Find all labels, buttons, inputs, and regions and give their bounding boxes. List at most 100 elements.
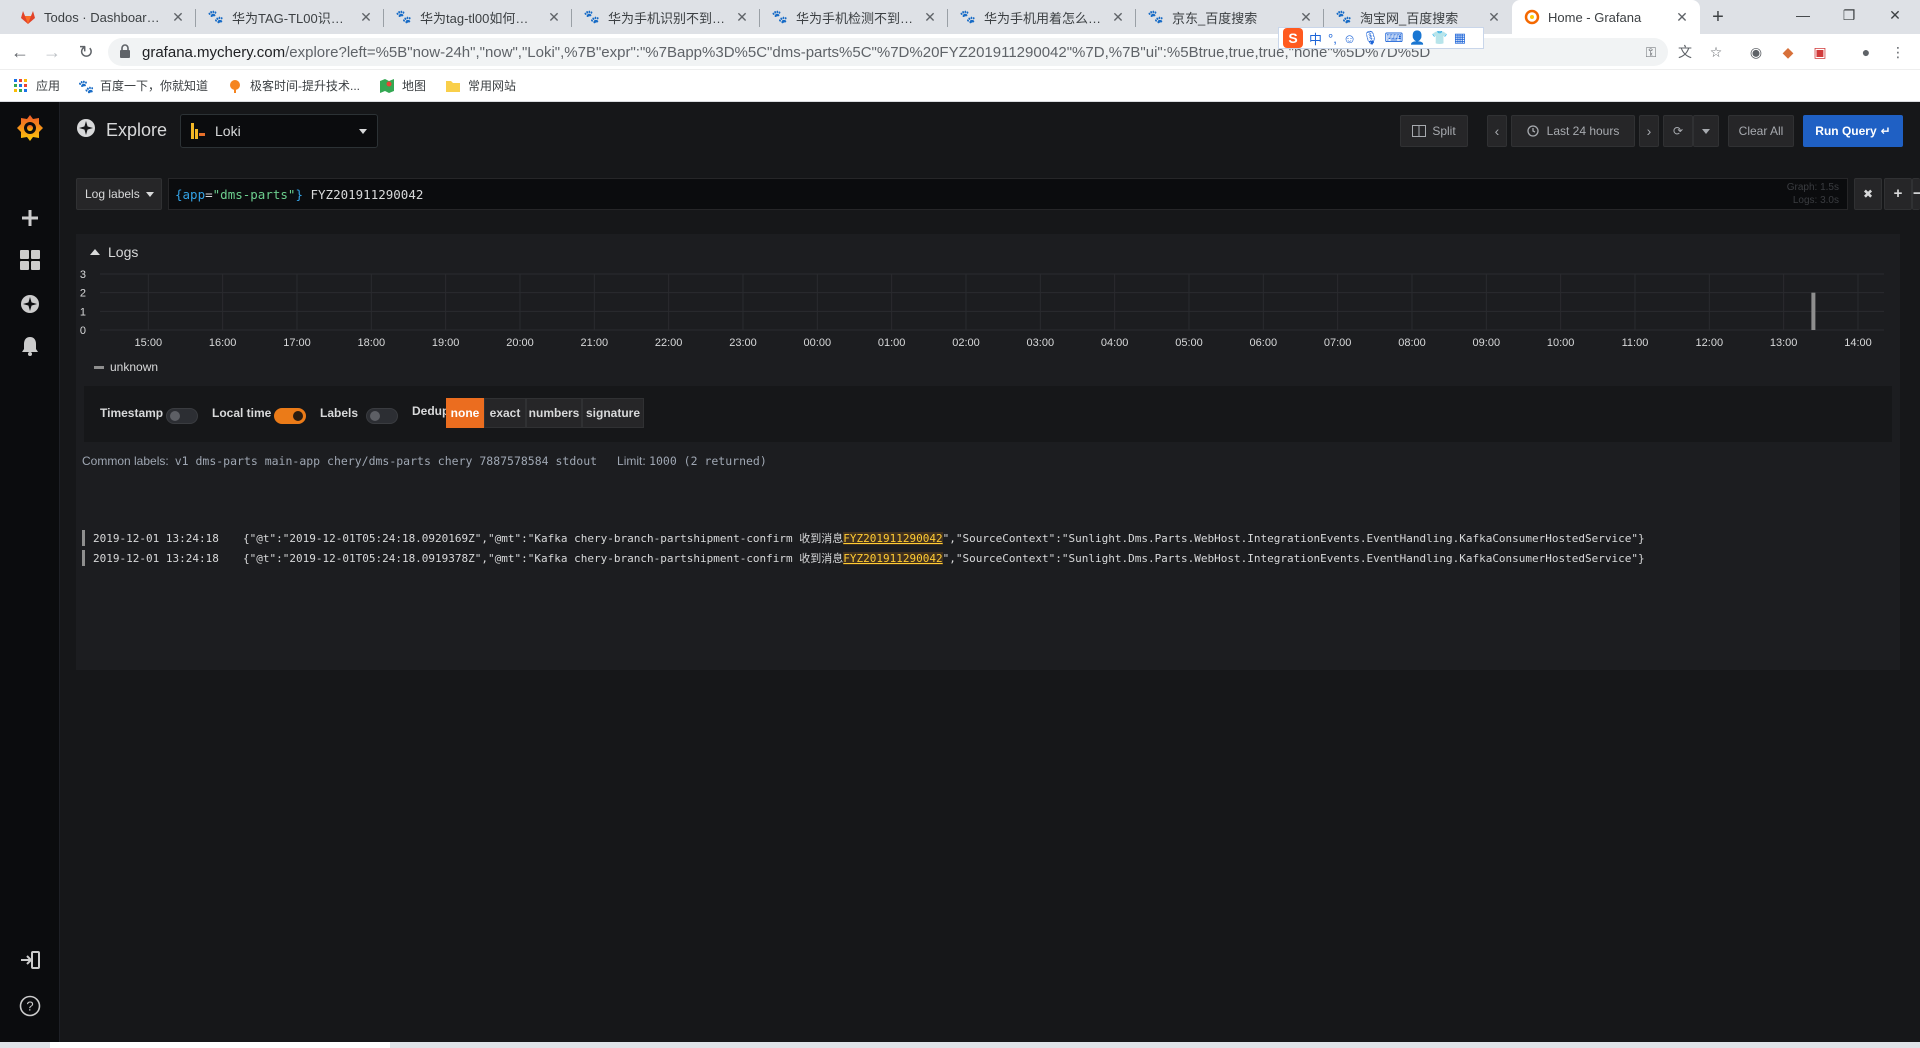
logs-panel-header[interactable]: Logs xyxy=(90,244,138,260)
x-tick-label: 12:00 xyxy=(1696,337,1724,349)
time-range-picker[interactable]: Last 24 hours xyxy=(1511,115,1635,147)
graph-legend[interactable]: unknown xyxy=(94,360,158,374)
sign-in-icon[interactable] xyxy=(14,944,46,976)
menu-icon[interactable]: ⋮ xyxy=(1890,44,1906,60)
close-window-icon[interactable]: ✕ xyxy=(1872,0,1918,30)
close-tab-icon[interactable]: ✕ xyxy=(170,9,186,26)
time-shift-back-button[interactable]: ‹ xyxy=(1487,115,1507,147)
grid-icon[interactable]: ▦ xyxy=(1454,30,1466,46)
ime-mode[interactable]: 中 xyxy=(1309,29,1322,48)
tab-title: 华为手机用着怎么突然 xyxy=(984,10,1104,26)
y-tick-label: 2 xyxy=(80,288,86,300)
bookmark-folder[interactable]: 常用网站 xyxy=(446,77,516,94)
clear-all-button[interactable]: Clear All xyxy=(1728,115,1794,147)
extension-icon[interactable]: ▣ xyxy=(1812,44,1828,60)
browser-tab[interactable]: 🐾 华为手机检测不到手机 ✕ xyxy=(760,0,948,34)
bookmark-maps[interactable]: 地图 xyxy=(380,77,426,94)
skin-icon[interactable]: 👤 xyxy=(1409,30,1425,46)
new-tab-button[interactable]: + xyxy=(1705,4,1731,30)
dedup-none-button[interactable]: none xyxy=(446,398,484,428)
log-labels-button[interactable]: Log labels xyxy=(76,178,162,210)
ime-toolbar[interactable]: S 中 °, ☺ 🎙 ⌨ 👤 👕 ▦ xyxy=(1278,27,1484,49)
query-filter-text: FYZ201911290042 xyxy=(302,187,424,202)
close-tab-icon[interactable]: ✕ xyxy=(1110,9,1126,26)
close-tab-icon[interactable]: ✕ xyxy=(1674,9,1690,26)
browser-tab-grafana[interactable]: Home - Grafana ✕ xyxy=(1512,0,1700,34)
dedup-numbers-button[interactable]: numbers xyxy=(526,398,582,428)
extension-icon[interactable]: ◆ xyxy=(1780,44,1796,60)
dashboards-icon[interactable] xyxy=(14,244,46,276)
x-tick-label: 19:00 xyxy=(432,337,460,349)
datasource-picker[interactable]: Loki xyxy=(180,114,378,148)
remove-row-button[interactable]: − xyxy=(1912,178,1920,210)
bookmark-label: 地图 xyxy=(402,79,427,93)
profile-icon[interactable]: ● xyxy=(1858,44,1874,60)
tab-title: 京东_百度搜索 xyxy=(1172,10,1258,26)
close-tab-icon[interactable]: ✕ xyxy=(546,9,562,26)
browser-tab[interactable]: 🐾 华为tag-tl00如何恢复 ✕ xyxy=(384,0,572,34)
explore-compass-icon[interactable] xyxy=(14,288,46,320)
browser-tab-strip: Todos · Dashboard · G ✕ 🐾 华为TAG-TL00识别不出… xyxy=(0,0,1920,34)
log-match-highlight: FYZ201911290042 xyxy=(843,531,943,545)
close-tab-icon[interactable]: ✕ xyxy=(1298,9,1314,26)
bookmark-baidu[interactable]: 🐾 百度一下，你就知道 xyxy=(78,77,208,94)
help-icon[interactable]: ? xyxy=(14,990,46,1022)
key-icon[interactable]: ⚿ xyxy=(1643,44,1659,60)
reload-icon[interactable]: ↻ xyxy=(74,40,98,64)
close-tab-icon[interactable]: ✕ xyxy=(358,9,374,26)
translate-icon[interactable]: 文 xyxy=(1677,44,1693,60)
refresh-interval-picker[interactable] xyxy=(1693,115,1719,147)
keyboard-icon[interactable]: ⌨ xyxy=(1385,30,1404,46)
minimize-icon[interactable]: — xyxy=(1780,0,1826,30)
dedup-signature-button[interactable]: signature xyxy=(582,398,644,428)
baidu-paw-icon: 🐾 xyxy=(1335,9,1353,24)
extension-icon[interactable]: ◉ xyxy=(1748,44,1764,60)
forward-icon[interactable]: → xyxy=(40,40,64,64)
logs-volume-graph: 0 1 2 3 15:00 16:00 17:00 18:00 19:00 20:00 21:00… xyxy=(80,270,1884,349)
page-title: Explore xyxy=(76,118,167,143)
query-input[interactable]: {app="dms-parts"} FYZ201911290042 Graph:… xyxy=(168,178,1848,210)
tab-title: Todos · Dashboard · G xyxy=(44,9,164,25)
dedup-exact-button[interactable]: exact xyxy=(484,398,526,428)
labels-toggle[interactable] xyxy=(366,408,398,424)
bookmark-geek-time[interactable]: 极客时间-提升技术... xyxy=(228,77,360,94)
browser-tab[interactable]: 🐾 华为手机用着怎么突然 ✕ xyxy=(948,0,1136,34)
address-bar: ← → ↻ grafana.mychery.com/explore?left=%… xyxy=(0,34,1920,70)
browser-tab-gitlab[interactable]: Todos · Dashboard · G ✕ xyxy=(8,0,196,34)
time-shift-forward-button[interactable]: › xyxy=(1639,115,1659,147)
emoji-icon[interactable]: ☺ xyxy=(1343,31,1356,46)
close-tab-icon[interactable]: ✕ xyxy=(922,9,938,26)
add-query-button[interactable]: + xyxy=(1884,178,1912,210)
shirt-icon[interactable]: 👕 xyxy=(1432,30,1448,46)
remove-query-button[interactable]: ✖ xyxy=(1854,178,1882,210)
log-row[interactable]: 2019-12-01 13:24:18 {"@t":"2019-12-01T05… xyxy=(82,529,1892,547)
x-tick-label: 17:00 xyxy=(283,337,311,349)
grafana-logo-icon[interactable] xyxy=(14,112,46,144)
lock-icon xyxy=(120,44,130,58)
punctuation-icon[interactable]: °, xyxy=(1328,31,1337,46)
folder-icon xyxy=(446,79,460,93)
timestamp-toggle[interactable] xyxy=(166,408,198,424)
log-row[interactable]: 2019-12-01 13:24:18 {"@t":"2019-12-01T05… xyxy=(82,549,1892,567)
baidu-paw-icon: 🐾 xyxy=(395,9,413,24)
restore-icon[interactable]: ❐ xyxy=(1826,0,1872,30)
tab-title: 华为手机检测不到手机 xyxy=(796,10,916,26)
x-tick-label: 10:00 xyxy=(1547,337,1575,349)
alerting-bell-icon[interactable] xyxy=(14,330,46,362)
close-tab-icon[interactable]: ✕ xyxy=(1486,9,1502,26)
close-tab-icon[interactable]: ✕ xyxy=(734,9,750,26)
browser-tab[interactable]: 🐾 华为TAG-TL00识别不出 ✕ xyxy=(196,0,384,34)
create-plus-icon[interactable] xyxy=(14,202,46,234)
star-icon[interactable]: ☆ xyxy=(1708,44,1724,60)
logs-title: Logs xyxy=(108,244,139,260)
split-button[interactable]: Split xyxy=(1400,115,1468,147)
run-query-button[interactable]: Run Query ↵ xyxy=(1803,115,1903,147)
x-tick-label: 04:00 xyxy=(1101,337,1129,349)
browser-tab[interactable]: 🐾 华为手机识别不到手机 ✕ xyxy=(572,0,760,34)
logs-panel: Logs 0 1 2 3 15:00 16:00 17:00 18:00 19:00 20:00… xyxy=(76,234,1900,670)
back-icon[interactable]: ← xyxy=(8,40,32,64)
refresh-button[interactable]: ⟳ xyxy=(1663,115,1693,147)
mic-icon[interactable]: 🎙 xyxy=(1362,30,1379,46)
local-time-toggle[interactable] xyxy=(274,408,306,424)
bookmark-apps[interactable]: 应用 xyxy=(14,77,60,94)
